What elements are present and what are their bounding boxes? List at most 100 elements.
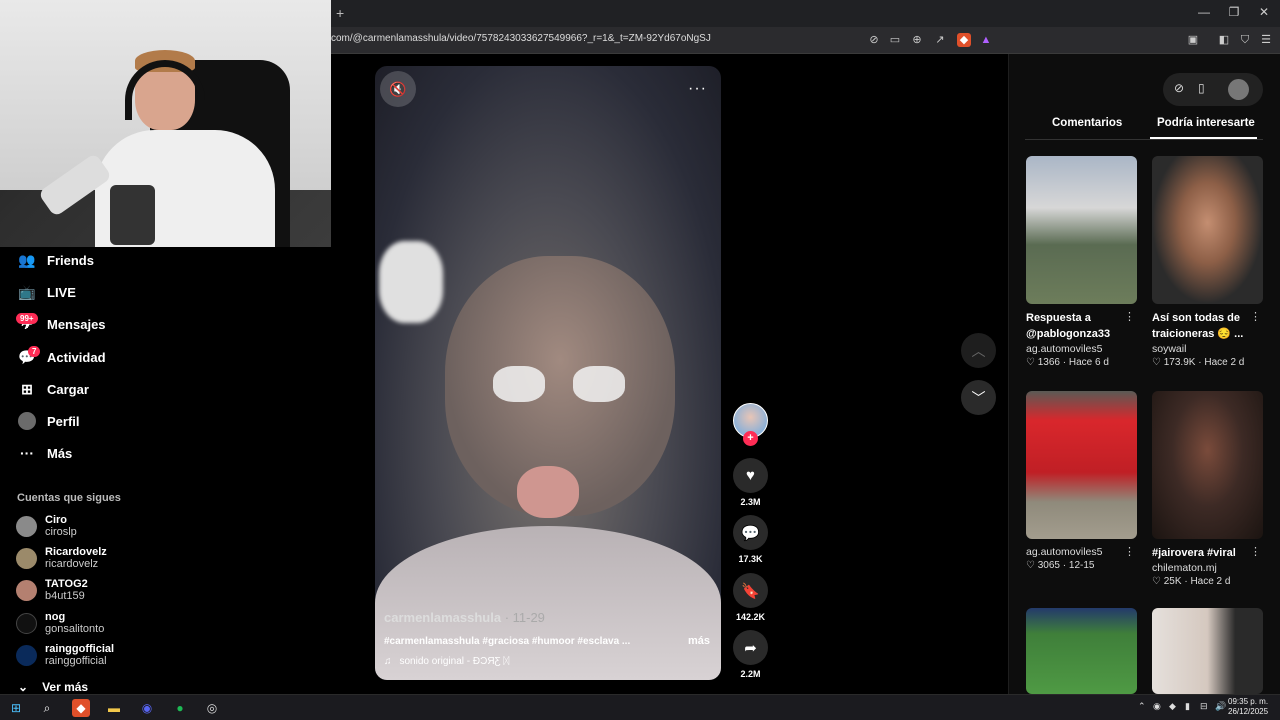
webcam-overlay: [0, 0, 331, 247]
live-icon: 📺: [18, 283, 36, 300]
bookmark-icon[interactable]: 🔖: [733, 573, 768, 608]
suggested-video-card[interactable]: [1152, 608, 1263, 694]
followed-account[interactable]: rainggofficial rainggofficial: [16, 641, 114, 669]
followed-account[interactable]: Ciro ciroslp: [16, 512, 77, 540]
suggested-video-card[interactable]: [1026, 608, 1137, 694]
restore-button[interactable]: ❐: [1224, 5, 1244, 19]
comment-icon[interactable]: 💬: [733, 515, 768, 550]
mute-button[interactable]: 🔇: [380, 71, 416, 107]
card-title: Así son todas de traicioneras 😔 ...: [1152, 312, 1244, 340]
tab-comentarios[interactable]: Comentarios: [1052, 117, 1122, 129]
video-thumbnail[interactable]: [1152, 608, 1263, 694]
shield-icon[interactable]: ⛉: [1238, 33, 1252, 47]
share-count: 2.2M: [740, 669, 761, 679]
user-avatar[interactable]: [1228, 79, 1249, 100]
suggested-video-card[interactable]: Así son todas de traicioneras 😔 ... ⋮ so…: [1152, 156, 1263, 370]
battery-icon[interactable]: ▮: [1185, 701, 1190, 712]
clock-time: 09:35 p. m.: [1228, 697, 1269, 706]
video-thumbnail[interactable]: [1026, 391, 1137, 539]
heart-icon[interactable]: ♥: [733, 458, 768, 493]
close-window-button[interactable]: ✕: [1254, 5, 1274, 19]
sound-name: sonido original - ĐƆЯƸ ᛞ: [399, 656, 510, 667]
phone-icon[interactable]: ▯: [1198, 81, 1205, 95]
followed-account[interactable]: TATOG2 b4ut159: [16, 576, 88, 604]
share-action[interactable]: ➦ 2.2M: [733, 630, 768, 679]
sidebar-item-label: Perfil: [47, 413, 80, 429]
caption-more-link[interactable]: más: [688, 635, 710, 647]
menu-icon[interactable]: ☰: [1259, 33, 1273, 47]
previous-video-button[interactable]: ︿: [961, 333, 996, 368]
card-user: soywail: [1152, 343, 1187, 355]
video-thumbnail[interactable]: [1026, 608, 1137, 694]
followed-account[interactable]: Ricardovelz ricardovelz: [16, 544, 107, 572]
tabs-icon[interactable]: ▣: [1186, 33, 1200, 47]
tray-chevron-icon[interactable]: ⌃: [1138, 701, 1146, 712]
share-icon[interactable]: ↗: [933, 33, 947, 47]
video-more-options-icon[interactable]: ···: [688, 80, 707, 98]
see-more-button[interactable]: ⌄ Ver más: [18, 680, 88, 694]
brave-shield-icon[interactable]: ◆: [957, 33, 971, 47]
cast-icon[interactable]: ▭: [888, 33, 902, 47]
minimize-button[interactable]: —: [1194, 5, 1214, 19]
video-caption: #carmenlamasshula #graciosa #humoor #esc…: [384, 636, 631, 647]
sidebar-item-friends[interactable]: 👥 Friends: [17, 249, 94, 271]
share-arrow-icon[interactable]: ➦: [733, 630, 768, 665]
video-thumbnail[interactable]: [1152, 391, 1263, 539]
compass-icon[interactable]: ⊘: [1174, 81, 1184, 95]
like-count: 2.3M: [740, 497, 761, 507]
new-tab-button[interactable]: +: [336, 5, 344, 21]
tab-podria-interesarte[interactable]: Podría interesarte: [1157, 117, 1255, 129]
avatar: [16, 612, 37, 634]
sidebar-item-label: Actividad: [47, 349, 106, 365]
followed-account[interactable]: nog gonsalitonto: [16, 609, 104, 637]
suggested-video-card[interactable]: ⋮ ag.automoviles5 ♡ 3065 · 12-15: [1026, 391, 1137, 573]
follow-plus-button[interactable]: +: [743, 431, 758, 446]
account-handle: gonsalitonto: [45, 623, 105, 635]
sidebar-item-label: Cargar: [47, 381, 89, 397]
comment-action[interactable]: 💬 17.3K: [733, 515, 768, 564]
sidebar-item-mas[interactable]: ··· Más: [17, 442, 72, 464]
avatar: [16, 547, 37, 569]
spotify-icon[interactable]: ●: [171, 699, 189, 717]
system-clock[interactable]: 09:35 p. m. 26/12/2025: [1228, 697, 1268, 717]
video-thumbnail[interactable]: [1152, 156, 1263, 304]
file-explorer-icon[interactable]: ▬: [105, 699, 123, 717]
video-sound[interactable]: ♫ sonido original - ĐƆЯƸ ᛞ: [384, 656, 509, 667]
video-author[interactable]: carmenlamasshula · 11-29: [384, 610, 545, 625]
card-more-icon[interactable]: ⋮: [1124, 545, 1135, 558]
zoom-icon[interactable]: ⊕: [910, 33, 924, 47]
card-more-icon[interactable]: ⋮: [1124, 310, 1135, 323]
messages-badge: 99+: [16, 313, 38, 324]
like-action[interactable]: ♥ 2.3M: [733, 458, 768, 507]
sidebar-item-live[interactable]: 📺 LIVE: [17, 281, 76, 303]
url-field[interactable]: com/@carmenlamasshula/video/757824303362…: [331, 33, 711, 44]
app-tray-icon[interactable]: ◆: [1169, 701, 1176, 712]
account-handle: ricardovelz: [45, 558, 99, 570]
sidebar-item-perfil[interactable]: Perfil: [17, 410, 80, 432]
windows-start-icon[interactable]: ⊞: [7, 699, 25, 717]
rewards-icon[interactable]: ▲: [979, 33, 993, 47]
sidebar-item-cargar[interactable]: ⊞ Cargar: [17, 378, 89, 400]
obs-icon[interactable]: ◎: [203, 699, 221, 717]
volume-icon[interactable]: 🔊: [1215, 701, 1226, 712]
see-more-label: Ver más: [42, 680, 89, 694]
video-thumbnail[interactable]: [1026, 156, 1137, 304]
card-more-icon[interactable]: ⋮: [1250, 545, 1261, 558]
steam-icon[interactable]: ◉: [1153, 701, 1161, 712]
comment-count: 17.3K: [738, 554, 763, 564]
discord-icon[interactable]: ◉: [138, 699, 156, 717]
no-media-icon[interactable]: ⊘: [867, 33, 881, 47]
brave-browser-icon[interactable]: ◆: [72, 699, 90, 717]
search-icon[interactable]: ⌕: [38, 699, 56, 717]
network-icon[interactable]: ⊟: [1200, 701, 1208, 712]
sidebar-item-label: Mensajes: [47, 316, 106, 332]
card-user: chilematon.mj: [1152, 562, 1217, 574]
next-video-button[interactable]: ﹀: [961, 380, 996, 415]
video-glasses-right: [573, 366, 625, 402]
card-more-icon[interactable]: ⋮: [1250, 310, 1261, 323]
video-player[interactable]: [375, 66, 721, 680]
suggested-video-card[interactable]: Respuesta a @pablogonza33 ⋮ ag.automovil…: [1026, 156, 1137, 370]
sidebar-toggle-icon[interactable]: ◧: [1217, 33, 1231, 47]
suggested-video-card[interactable]: #jairovera #viral ⋮ chilematon.mj ♡ 25K …: [1152, 391, 1263, 589]
save-action[interactable]: 🔖 142.2K: [733, 573, 768, 622]
